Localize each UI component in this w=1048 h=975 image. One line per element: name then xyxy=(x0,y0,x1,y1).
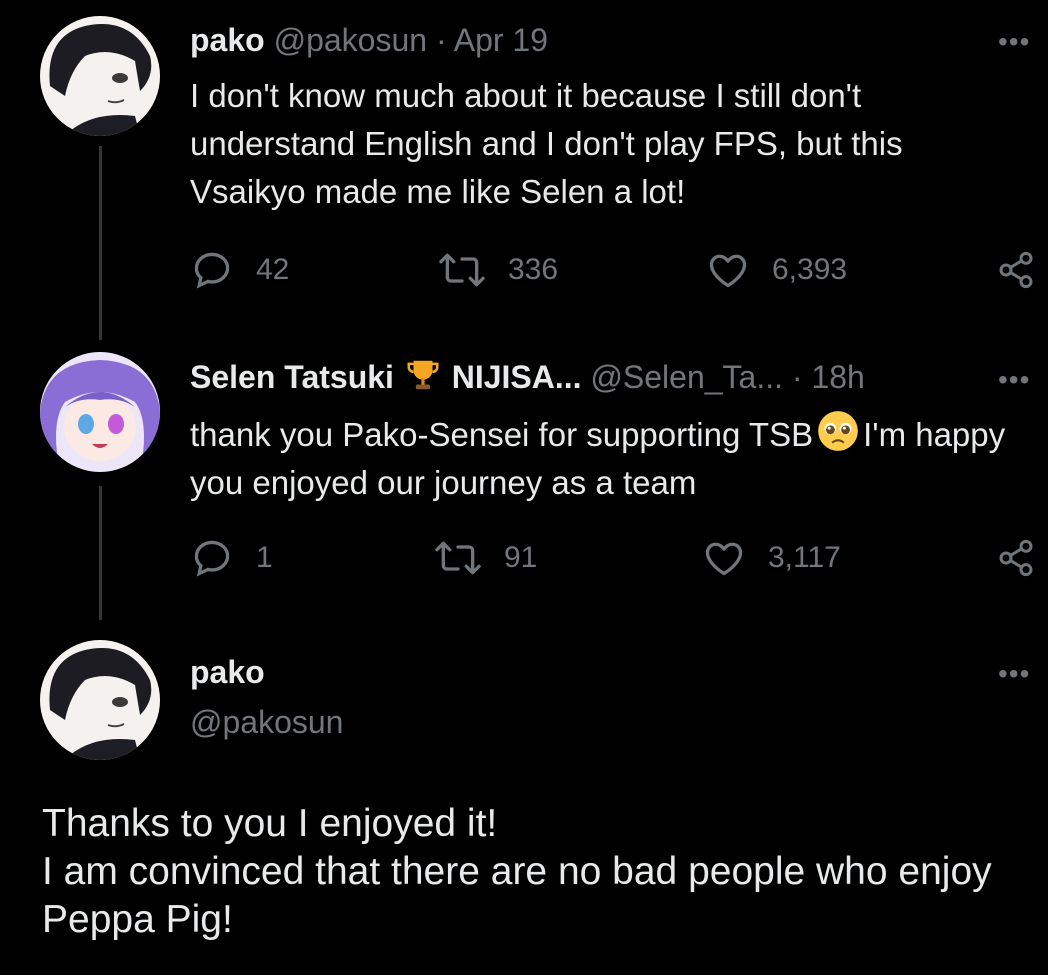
tweet-text: thank you Pako-Sensei for supporting TSB… xyxy=(190,410,1020,507)
retweet-count: 336 xyxy=(508,253,559,286)
tweet-text-part: thank you Pako-Sensei for supporting TSB xyxy=(190,416,814,453)
tweet-actions: 1 91 3,117 xyxy=(190,536,1036,586)
trophy-icon xyxy=(407,360,439,390)
share-button[interactable] xyxy=(996,248,1036,292)
like-button[interactable]: 3,117 xyxy=(702,536,841,580)
more-options-button[interactable]: ••• xyxy=(998,660,1030,688)
handle[interactable]: @pakosun xyxy=(274,22,427,58)
share-icon xyxy=(999,539,1033,577)
timestamp[interactable]: · 18h xyxy=(792,359,865,395)
tweet-text-line: Thanks to you I enjoyed it! xyxy=(42,802,498,845)
tweet-header: Selen Tatsuki NIJISA... @Selen_Ta... · 1… xyxy=(190,356,865,397)
avatar[interactable] xyxy=(40,352,160,472)
like-count: 3,117 xyxy=(768,541,841,574)
like-count: 6,393 xyxy=(772,253,848,286)
retweet-button[interactable]: 91 xyxy=(434,536,537,580)
tweet-header: pako @pakosun · Apr 19 xyxy=(190,20,548,60)
reply-count: 42 xyxy=(256,253,290,286)
display-name-suffix[interactable]: NIJISA... xyxy=(452,359,582,395)
tweet-actions: 42 336 6,393 xyxy=(190,248,1036,298)
share-icon xyxy=(999,251,1033,289)
retweet-icon xyxy=(439,253,485,287)
pleading-face-emoji xyxy=(818,411,858,451)
like-icon xyxy=(705,542,743,576)
avatar[interactable] xyxy=(40,16,160,136)
tweet-text-line: I am convinced that there are no bad peo… xyxy=(42,850,992,941)
timestamp[interactable]: · Apr 19 xyxy=(436,22,548,58)
reply-button[interactable]: 42 xyxy=(190,248,289,292)
retweet-button[interactable]: 336 xyxy=(438,248,558,292)
display-name[interactable]: pako xyxy=(190,652,265,692)
handle[interactable]: @Selen_Ta... xyxy=(590,359,783,395)
thread-line xyxy=(99,486,102,620)
display-name[interactable]: pako xyxy=(190,22,265,58)
reply-button[interactable]: 1 xyxy=(190,536,273,580)
retweet-count: 91 xyxy=(504,541,538,574)
reply-icon xyxy=(194,252,230,289)
display-name[interactable]: Selen Tatsuki xyxy=(190,359,394,395)
more-options-button[interactable]: ••• xyxy=(998,366,1030,394)
like-button[interactable]: 6,393 xyxy=(706,248,847,292)
more-options-button[interactable]: ••• xyxy=(998,28,1030,56)
thread-line xyxy=(99,146,102,340)
handle[interactable]: @pakosun xyxy=(190,702,343,742)
retweet-icon xyxy=(435,541,481,575)
tweet-text: Thanks to you I enjoyed it! I am convinc… xyxy=(42,800,1022,944)
tweet-text: I don't know much about it because I sti… xyxy=(190,77,903,210)
like-icon xyxy=(709,254,747,288)
avatar[interactable] xyxy=(40,640,160,760)
reply-count: 1 xyxy=(256,541,273,574)
reply-icon xyxy=(194,540,230,577)
share-button[interactable] xyxy=(996,536,1036,580)
